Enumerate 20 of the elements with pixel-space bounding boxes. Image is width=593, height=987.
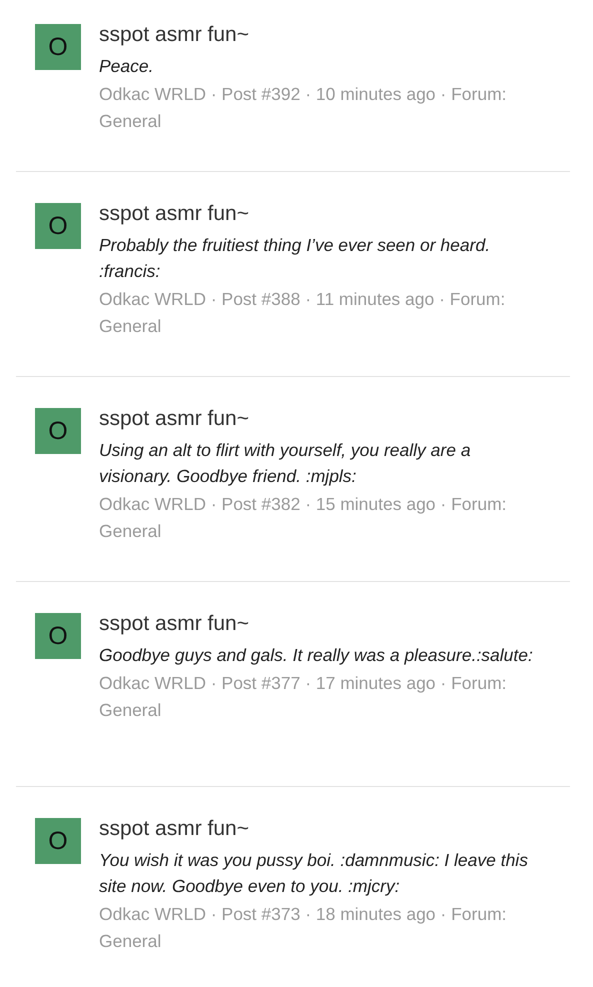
post-meta: Odkac WRLD · Post #392 · 10 minutes ago · Forum: General <box>99 83 508 133</box>
post-excerpt: Probably the fruitiest thing I’ve ever seen or heard. :francis: <box>99 234 492 283</box>
thread-title[interactable]: sspot asmr fun~ <box>99 20 544 50</box>
post-meta: Odkac WRLD · Post #388 · 11 minutes ago · Forum: General <box>99 288 506 338</box>
user-avatar[interactable]: O <box>35 408 81 454</box>
thread-title[interactable]: sspot asmr fun~ <box>99 814 544 844</box>
post-meta: Odkac WRLD · Post #373 · 18 minutes ago · Forum: General <box>99 903 508 953</box>
post-meta: Odkac WRLD · Post #377 · 17 minutes ago · Forum: General <box>99 672 508 722</box>
post-excerpt: You wish it was you pussy boi. :damnmusic: I leave this site now. Goodbye even to you. :mjcry: <box>99 849 529 898</box>
post-excerpt: Peace. <box>99 55 154 78</box>
thread-title[interactable]: sspot asmr fun~ <box>99 404 544 434</box>
post-meta: Odkac WRLD · Post #382 · 15 minutes ago · Forum: General <box>99 493 508 543</box>
user-avatar[interactable]: O <box>35 24 81 70</box>
thread-title[interactable]: sspot asmr fun~ <box>99 199 544 229</box>
post-excerpt: Using an alt to flirt with yourself, you really are a visionary. Goodbye friend. :mjpls: <box>99 439 472 488</box>
post-excerpt: Goodbye guys and gals. It really was a pleasure.:salute: <box>99 644 534 667</box>
user-avatar[interactable]: O <box>35 818 81 864</box>
user-avatar[interactable]: O <box>35 613 81 659</box>
user-avatar[interactable]: O <box>35 203 81 249</box>
thread-title[interactable]: sspot asmr fun~ <box>99 609 544 639</box>
